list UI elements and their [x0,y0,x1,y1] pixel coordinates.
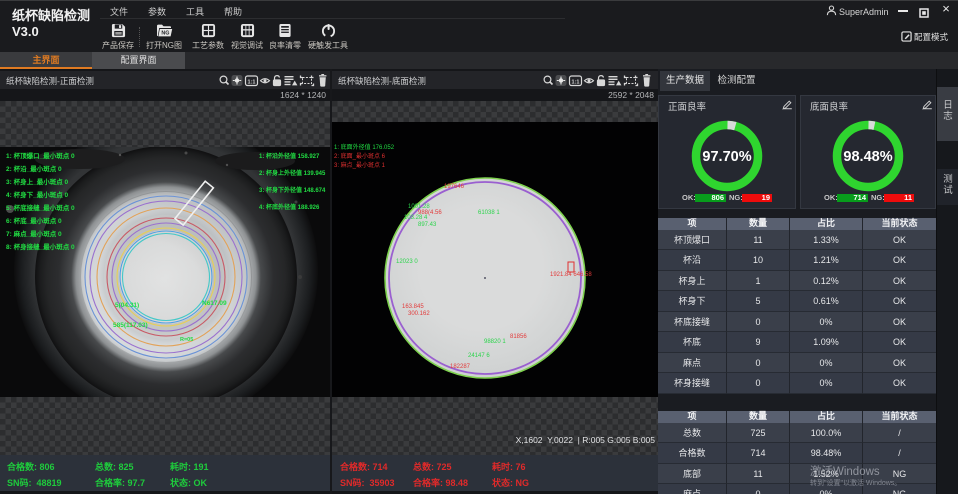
svg-text:585(117.03): 585(117.03) [113,322,148,329]
svg-text:1:1: 1:1 [248,79,256,85]
svg-text:98.48%: 98.48% [843,149,892,165]
svg-text:2: 杯身上外径值 139.945: 2: 杯身上外径值 139.945 [259,169,326,177]
svg-text:4: 杯底外径值 188.926: 4: 杯底外径值 188.926 [259,203,320,211]
svg-text:7: 麻点_最小斑点 0: 7: 麻点_最小斑点 0 [6,229,62,238]
svg-text:5: 杯底接缝_最小斑点 0: 5: 杯底接缝_最小斑点 0 [6,203,75,212]
svg-text:3: 杯身下外径值 148.674: 3: 杯身下外径值 148.674 [259,186,326,194]
svg-text:2: 杯沿_最小斑点 0: 2: 杯沿_最小斑点 0 [6,164,62,173]
svg-text:4: 杯身下_最小斑点 0: 4: 杯身下_最小斑点 0 [6,190,69,199]
svg-text:3: 麻点_最小斑点 1: 3: 麻点_最小斑点 1 [334,161,386,169]
svg-text:R=05: R=05 [180,337,193,343]
svg-text:24147 6: 24147 6 [468,353,490,359]
svg-text:197646: 197646 [444,184,465,190]
svg-text:1: 底面外径值 176.052: 1: 底面外径值 176.052 [334,143,395,151]
svg-text:NG: NG [161,31,169,37]
svg-text:5(04.31): 5(04.31) [115,302,139,309]
svg-text:61038 1: 61038 1 [478,210,500,216]
svg-text:3: 杯身上_最小斑点 0: 3: 杯身上_最小斑点 0 [6,177,69,186]
svg-text:6: 杯底_最小斑点 0: 6: 杯底_最小斑点 0 [6,216,62,225]
svg-text:81856: 81856 [510,334,527,340]
svg-text:897.43: 897.43 [418,222,437,228]
svg-text:182287: 182287 [450,364,471,370]
svg-text:163.845: 163.845 [402,304,424,310]
svg-text:12023 0: 12023 0 [396,259,418,265]
svg-text:1:1: 1:1 [572,79,580,85]
svg-text:300.162: 300.162 [408,311,430,317]
svg-text:2: 底面_最小斑点 6: 2: 底面_最小斑点 6 [334,152,386,160]
svg-text:1: 杯顶爆口_最小斑点 0: 1: 杯顶爆口_最小斑点 0 [6,151,75,160]
svg-text:97.70%: 97.70% [702,149,751,165]
svg-text:N617.09: N617.09 [202,300,227,307]
svg-text:1: 杯沿外径值 158.927: 1: 杯沿外径值 158.927 [259,152,320,160]
svg-text:98820 1: 98820 1 [484,339,506,345]
svg-text:1001.28: 1001.28 [408,204,430,210]
svg-text:1921.84 646.58: 1921.84 646.58 [550,272,592,278]
svg-text:8: 杯身接缝_最小斑点 0: 8: 杯身接缝_最小斑点 0 [6,242,75,251]
svg-text:103.28 4: 103.28 4 [404,215,428,221]
